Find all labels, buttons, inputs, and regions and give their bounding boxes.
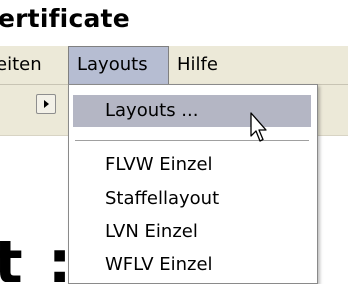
forward-button[interactable]	[36, 94, 56, 114]
menu-layouts[interactable]: Layouts	[68, 46, 169, 84]
menu-item-wflv-einzel[interactable]: WFLV Einzel	[73, 249, 311, 281]
arrow-cursor-icon	[250, 112, 267, 142]
menu-bar: eiten Layouts Hilfe	[0, 46, 348, 85]
menu-item-flvw-einzel[interactable]: FLVW Einzel	[73, 149, 311, 181]
title-bar: ertificate	[0, 0, 348, 46]
layouts-dropdown-menu: Layouts ... FLVW Einzel Staffellayout LV…	[68, 84, 318, 284]
menu-separator	[75, 140, 309, 141]
menu-item-lvn-einzel[interactable]: LVN Einzel	[73, 216, 311, 248]
window-title: ertificate	[0, 4, 130, 33]
menu-item-staffellayout[interactable]: Staffellayout	[73, 183, 311, 215]
triangle-right-icon	[44, 100, 49, 108]
menu-hilfe[interactable]: Hilfe	[169, 46, 229, 84]
menu-bearbeiten[interactable]: eiten	[0, 46, 68, 84]
menu-item-layouts-dialog[interactable]: Layouts ...	[73, 95, 311, 127]
